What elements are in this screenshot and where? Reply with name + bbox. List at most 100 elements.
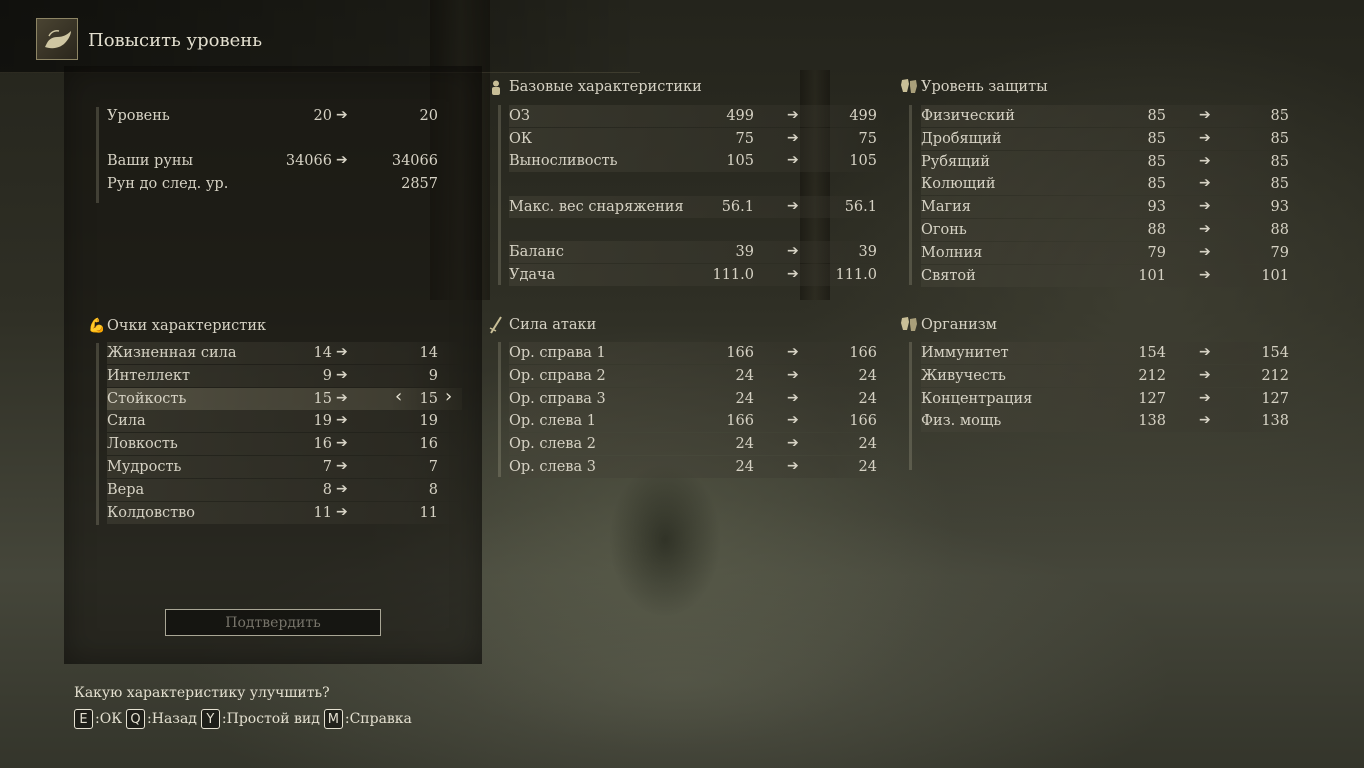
- stat-label: Иммунитет: [921, 345, 1009, 361]
- stat-current-value: 138: [1138, 413, 1166, 430]
- right-arrow-icon: ➔: [1199, 221, 1211, 237]
- header-bar: Повысить уровень: [0, 0, 640, 73]
- attribute-row[interactable]: Интеллект 9 ➔ 9: [107, 364, 462, 387]
- stat-label: Святой: [921, 267, 976, 284]
- stat-label: Дробящий: [921, 130, 1002, 147]
- stat-new-value: 2857: [401, 176, 438, 192]
- stat-current-value: 85: [1147, 108, 1166, 124]
- decrease-arrow-icon[interactable]: ‹: [395, 386, 402, 408]
- stat-current-value: 93: [1147, 199, 1166, 216]
- stat-label: Магия: [921, 199, 971, 216]
- base-stat-row: Удача 111.0 ➔ 111.0: [509, 264, 889, 286]
- stat-label: Колющий: [921, 176, 996, 193]
- key-hints: E:ОК Q:Назад Y:Простой вид M:Справка: [74, 708, 416, 730]
- flexed-arm-icon: 💪: [88, 318, 106, 334]
- divider: [909, 342, 912, 470]
- stat-label: Физический: [921, 108, 1015, 124]
- stat-current-value: 56.1: [721, 199, 754, 215]
- right-arrow-icon: ➔: [336, 503, 348, 520]
- attribute-row[interactable]: Стойкость 15 ➔ 15 ‹ ›: [107, 386, 462, 410]
- stat-new-value: 24: [858, 459, 877, 475]
- right-arrow-icon: ➔: [787, 243, 799, 259]
- key-q[interactable]: Q: [126, 709, 146, 729]
- stat-current-value: 16: [313, 436, 332, 453]
- stat-label: Физ. мощь: [921, 413, 1002, 430]
- right-arrow-icon: ➔: [1199, 389, 1211, 406]
- right-arrow-icon: ➔: [1199, 152, 1211, 169]
- defense-row: Рубящий 85 ➔ 85: [921, 150, 1301, 173]
- right-arrow-icon: ➔: [336, 435, 348, 452]
- attribute-row[interactable]: Колдовство 11 ➔ 11: [107, 501, 462, 524]
- stat-new-value: 138: [1261, 413, 1289, 430]
- stat-new-value: 14: [419, 345, 438, 361]
- stat-new-value: 9: [428, 367, 438, 384]
- right-arrow-icon: ➔: [787, 130, 799, 146]
- stat-new-value: 79: [1270, 244, 1289, 261]
- right-arrow-icon: ➔: [336, 107, 348, 123]
- attribute-row[interactable]: Ловкость 16 ➔ 16: [107, 433, 462, 456]
- stat-new-value: 20: [419, 108, 438, 124]
- stat-label: Удача: [509, 267, 556, 283]
- attack-power-row: Ор. слева 1 166 ➔ 166: [509, 410, 889, 433]
- stat-label: Баланс: [509, 244, 564, 260]
- level-info-row: Рун до след. ур. 2857: [107, 173, 447, 195]
- right-arrow-icon: ➔: [787, 344, 799, 360]
- key-e[interactable]: E: [74, 709, 93, 729]
- right-arrow-icon: ➔: [1199, 175, 1211, 192]
- right-arrow-icon: ➔: [1199, 344, 1211, 360]
- right-arrow-icon: ➔: [787, 152, 799, 168]
- right-arrow-icon: ➔: [1199, 412, 1211, 429]
- stat-current-value: 212: [1138, 367, 1166, 384]
- stat-current-value: 127: [1138, 390, 1166, 407]
- footer-prompt: Какую характеристику улучшить?: [74, 685, 330, 701]
- attack-power-row: Ор. справа 3 24 ➔ 24: [509, 387, 889, 410]
- stat-new-value: 19: [419, 413, 438, 430]
- stat-current-value: 15: [313, 390, 332, 407]
- divider: [498, 342, 501, 477]
- attribute-row[interactable]: Вера 8 ➔ 8: [107, 478, 462, 501]
- stat-label: Ор. слева 1: [509, 413, 596, 430]
- stat-current-value: 19: [313, 413, 332, 430]
- stat-new-value: 101: [1261, 267, 1289, 284]
- stat-current-value: 88: [1147, 222, 1166, 238]
- stat-label: Ор. слева 2: [509, 436, 596, 453]
- stat-new-value: 24: [858, 367, 877, 384]
- key-y[interactable]: Y: [200, 709, 220, 729]
- stat-current-value: 24: [735, 390, 754, 407]
- right-arrow-icon: ➔: [1199, 266, 1211, 283]
- right-arrow-icon: ➔: [336, 480, 348, 497]
- stat-current-value: 24: [735, 459, 754, 475]
- right-arrow-icon: ➔: [336, 344, 348, 360]
- stat-label: Ловкость: [107, 436, 178, 453]
- base-stat-row: ОЗ 499 ➔ 499: [509, 105, 889, 127]
- stat-label: Рубящий: [921, 153, 990, 170]
- stat-current-value: 111.0: [712, 267, 754, 283]
- stat-label: Интеллект: [107, 367, 190, 384]
- attack-power-title: Сила атаки: [509, 317, 597, 333]
- stat-label: Рун до след. ур.: [107, 176, 229, 192]
- stat-new-value: 499: [849, 108, 877, 124]
- stat-new-value: 11: [419, 504, 438, 521]
- stat-label: Ор. слева 3: [509, 459, 596, 475]
- right-arrow-icon: ➔: [1199, 243, 1211, 260]
- attribute-row[interactable]: Мудрость 7 ➔ 7: [107, 456, 462, 478]
- key-y-label: :Простой вид: [221, 711, 320, 727]
- grace-hand-icon: [36, 18, 78, 60]
- stat-label: Жизненная сила: [107, 345, 237, 361]
- key-m[interactable]: M: [323, 709, 343, 729]
- right-arrow-icon: ➔: [336, 412, 348, 429]
- defense-row: Молния 79 ➔ 79: [921, 241, 1301, 264]
- key-m-label: :Справка: [344, 711, 412, 727]
- stat-current-value: 85: [1147, 153, 1166, 170]
- confirm-button[interactable]: Подтвердить: [165, 609, 381, 636]
- base-stat-row: ОК 75 ➔ 75: [509, 128, 889, 150]
- base-stats-title: Базовые характеристики: [509, 79, 702, 95]
- stat-new-value: 88: [1270, 222, 1289, 238]
- resistance-title: Организм: [921, 317, 997, 333]
- attribute-row[interactable]: Жизненная сила 14 ➔ 14: [107, 342, 462, 364]
- attribute-row[interactable]: Сила 19 ➔ 19: [107, 410, 462, 433]
- increase-arrow-icon[interactable]: ›: [445, 386, 452, 408]
- stat-new-value: 85: [1270, 153, 1289, 170]
- right-arrow-icon: ➔: [787, 107, 799, 123]
- stat-new-value: 105: [849, 153, 877, 169]
